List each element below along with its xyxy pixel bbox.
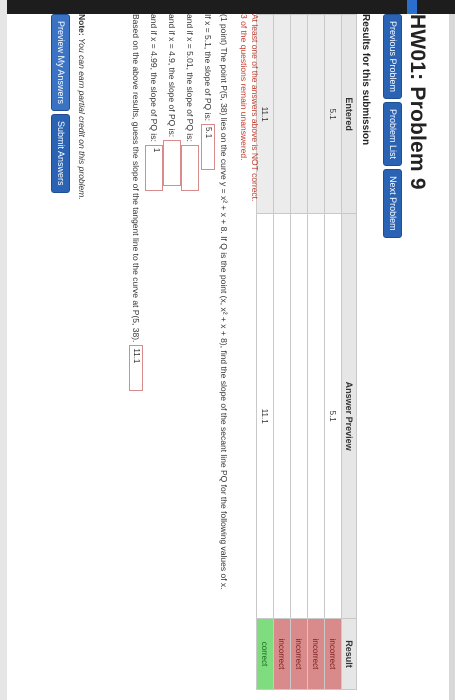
warning-incorrect: At least one of the answers above is NOT… <box>250 14 260 202</box>
rotated-page: HW01: Problem 9 Previous Problem Problem… <box>0 0 455 700</box>
answer-input-4[interactable]: 1 <box>145 144 163 191</box>
results-table: Entered Answer Preview Result 5.1 5.1 in… <box>256 14 357 690</box>
table-row: incorrect <box>307 14 325 690</box>
preview-cell <box>273 213 291 619</box>
answer-input-1[interactable]: 5.1 <box>201 124 215 171</box>
answer-line-3: and if x = 4.9, the slope of PQ is: <box>163 14 181 684</box>
col-result: Result <box>341 618 357 690</box>
page-title: HW01: Problem 9 <box>406 14 429 190</box>
result-cell: incorrect <box>273 618 291 690</box>
problem-list-button[interactable]: Problem List <box>383 102 402 167</box>
warning-message: At least one of the answers above is NOT… <box>238 14 260 201</box>
note-text: You can earn partial credit on this prob… <box>77 38 87 200</box>
submit-actions: Preview My Answers Submit Answers <box>51 14 70 193</box>
result-cell: correct <box>256 618 274 690</box>
problem-body: (1 point) The point P(5, 38) lies on the… <box>127 14 229 684</box>
result-cell: incorrect <box>324 618 342 690</box>
answer-line-5: Based on the above results, guess the sl… <box>127 14 145 684</box>
table-row: 5.1 5.1 incorrect <box>324 14 342 690</box>
col-preview: Answer Preview <box>341 213 357 619</box>
browser-frame-bottom <box>0 0 7 700</box>
submit-answers-button[interactable]: Submit Answers <box>51 114 70 193</box>
question-label-3: and if x = 4.9, the slope of PQ is: <box>167 14 178 138</box>
entered-cell <box>273 14 291 214</box>
answer-line-4: and if x = 4.99, the slope of PQ is: 1 <box>145 14 163 684</box>
question-label-1: If x = 5.1, the slope of PQ is: <box>203 14 214 122</box>
screen-bezel-left <box>0 0 455 14</box>
problem-statement: (1 point) The point P(5, 38) lies on the… <box>219 14 229 590</box>
answer-input-2[interactable] <box>181 144 199 191</box>
answer-line-2: and if x = 5.01, the slope of PQ is: <box>181 14 199 684</box>
results-header-row: Entered Answer Preview Result <box>341 14 357 690</box>
preview-cell <box>307 213 325 619</box>
answer-line-1: If x = 5.1, the slope of PQ is: 5.1 <box>199 14 217 684</box>
preview-cell: 11.1 <box>256 213 274 619</box>
bezel-marker <box>407 0 417 14</box>
question-label-2: and if x = 5.01, the slope of PQ is: <box>185 14 196 142</box>
col-entered: Entered <box>341 14 357 214</box>
next-problem-button[interactable]: Next Problem <box>383 169 402 238</box>
result-cell: incorrect <box>290 618 308 690</box>
warning-unanswered: 3 of the questions remain unanswered. <box>239 14 249 161</box>
previous-problem-button[interactable]: Previous Problem <box>383 14 402 100</box>
browser-frame-top <box>449 0 455 700</box>
question-label-5: Based on the above results, guess the sl… <box>131 14 142 343</box>
results-heading: Results for this submission <box>360 14 371 146</box>
result-cell: incorrect <box>307 618 325 690</box>
note-label: Note: <box>77 14 87 36</box>
question-label-4: and if x = 4.99, the slope of PQ is: <box>149 14 160 142</box>
answer-input-5[interactable]: 11.1 <box>129 345 143 392</box>
entered-cell <box>307 14 325 214</box>
table-row: incorrect <box>290 14 308 690</box>
entered-cell: 5.1 <box>324 14 342 214</box>
preview-answers-button[interactable]: Preview My Answers <box>51 14 70 112</box>
partial-credit-note: Note: You can earn partial credit on thi… <box>77 14 87 200</box>
table-row: incorrect <box>273 14 291 690</box>
answer-input-3[interactable] <box>163 140 181 187</box>
entered-cell <box>290 14 308 214</box>
preview-cell <box>290 213 308 619</box>
problem-nav: Previous Problem Problem List Next Probl… <box>383 14 402 238</box>
preview-cell: 5.1 <box>324 213 342 619</box>
